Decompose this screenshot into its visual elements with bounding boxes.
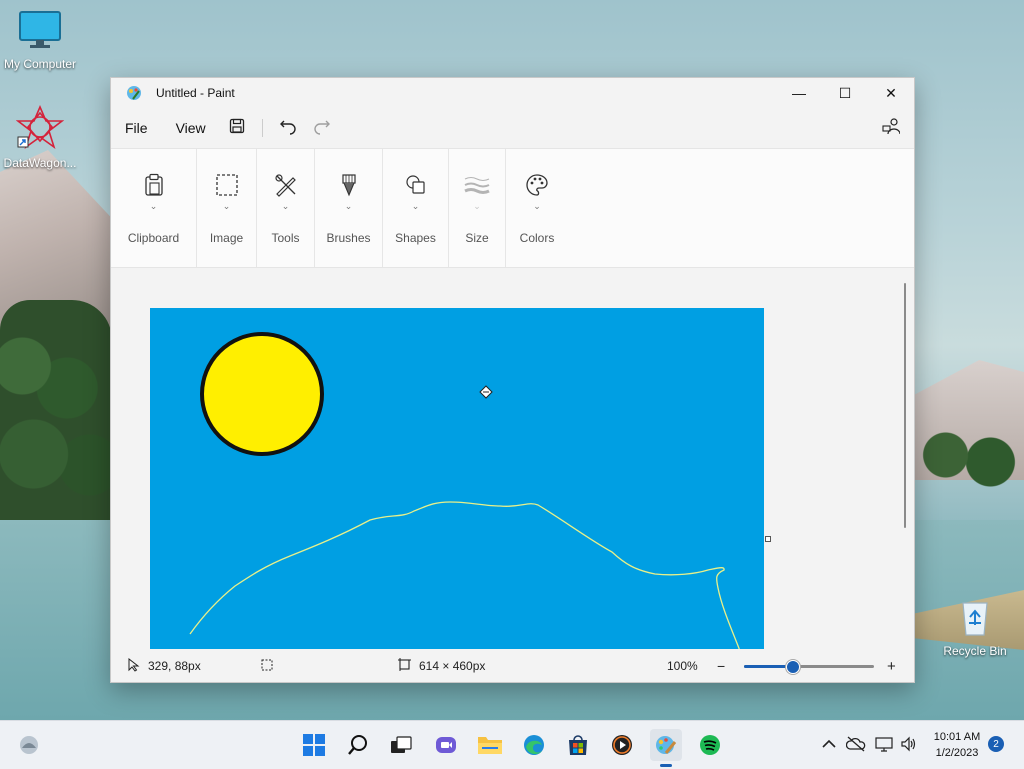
minimize-button[interactable]: — (776, 78, 822, 108)
chevron-down-icon: ⌄ (222, 201, 231, 211)
title-bar[interactable]: Untitled - Paint — ☐ ✕ (111, 78, 914, 108)
account-icon[interactable] (874, 117, 908, 140)
ribbon-group-label: Clipboard (127, 231, 180, 245)
pointer-icon (128, 657, 140, 675)
desktop-icon-label: My Computer (3, 57, 77, 71)
canvas-size-icon (398, 658, 411, 674)
desktop-wallpaper-trees (0, 300, 112, 520)
canvas-area[interactable] (111, 268, 901, 649)
canvas-size-text: 614 × 460px (419, 659, 486, 673)
file-explorer-icon[interactable] (474, 729, 506, 761)
teams-icon[interactable] (430, 729, 462, 761)
cursor-position: 329, 88px (128, 657, 201, 675)
menu-file[interactable]: File (111, 120, 162, 136)
onedrive-icon[interactable] (845, 736, 866, 755)
tools-icon (274, 173, 298, 197)
size-icon (464, 173, 490, 197)
ribbon-group-label: Colors (519, 231, 555, 245)
chevron-down-icon: ⌄ (473, 201, 481, 211)
network-icon[interactable] (874, 736, 894, 755)
zoom-in-button[interactable]: + (887, 658, 896, 675)
clock-time: 10:01 AM (933, 731, 981, 743)
vertical-scrollbar[interactable] (904, 283, 906, 528)
brush-icon (341, 173, 357, 197)
chevron-down-icon: ⌄ (344, 201, 353, 211)
desktop-icon-my-computer[interactable]: My Computer (0, 10, 80, 71)
menu-view[interactable]: View (162, 120, 220, 136)
ribbon-group-label: Image (209, 231, 244, 245)
chevron-up-icon[interactable] (822, 738, 836, 752)
canvas-resize-handle[interactable] (765, 536, 771, 542)
datawagon-icon (0, 104, 80, 152)
window-title: Untitled - Paint (156, 86, 235, 100)
shapes-icon (404, 173, 428, 197)
menu-bar: File View (111, 108, 914, 148)
selection-icon (261, 659, 273, 674)
ribbon-group-label: Shapes (395, 231, 436, 245)
paint-app-icon (126, 85, 142, 101)
selection-icon (215, 173, 239, 197)
desktop-icon-datawagon[interactable]: DataWagon... (0, 104, 80, 170)
save-icon[interactable] (220, 118, 254, 139)
ribbon-group-size[interactable]: ⌄ Size (449, 149, 506, 267)
ribbon-group-brushes[interactable]: ⌄ Brushes (315, 149, 383, 267)
chevron-down-icon: ⌄ (149, 201, 158, 211)
widgets-icon[interactable] (13, 729, 45, 761)
desktop-icon-label: Recycle Bin (943, 644, 1007, 658)
close-button[interactable]: ✕ (868, 78, 914, 108)
undo-icon[interactable] (271, 117, 305, 140)
desktop-icon-label: DataWagon... (3, 156, 77, 170)
clock[interactable]: 10:01 AM 1/2/2023 (925, 729, 989, 761)
menu-divider (261, 119, 263, 137)
store-icon[interactable] (562, 729, 594, 761)
zoom-slider-thumb[interactable] (786, 660, 800, 674)
paint-icon[interactable] (650, 729, 682, 767)
ribbon-group-label: Brushes (326, 231, 371, 245)
drawing-canvas[interactable] (150, 308, 764, 649)
edge-icon[interactable] (518, 729, 550, 761)
chevron-down-icon: ⌄ (533, 201, 541, 211)
fill-cursor-icon (479, 385, 493, 399)
spotify-icon[interactable] (694, 729, 726, 761)
volume-icon[interactable] (900, 736, 918, 755)
zoom-slider-fill (744, 665, 792, 668)
ribbon-group-label: Size (465, 231, 489, 245)
notification-badge[interactable]: 2 (988, 736, 1004, 752)
ribbon-group-clipboard[interactable]: ⌄ Clipboard (111, 149, 197, 267)
ribbon: ⌄ Clipboard ⌄ Image ⌄ Tools ⌄ Brushes ⌄ … (111, 148, 914, 268)
zoom-out-button[interactable]: − (717, 658, 725, 674)
ribbon-group-colors[interactable]: ⌄ Colors (506, 149, 568, 267)
paint-window: Untitled - Paint — ☐ ✕ File View ⌄ Clipb… (110, 77, 915, 683)
cursor-position-text: 329, 88px (148, 659, 201, 673)
canvas-size: 614 × 460px (398, 658, 485, 674)
ribbon-group-tools[interactable]: ⌄ Tools (257, 149, 315, 267)
start-icon[interactable] (298, 729, 330, 761)
selection-size (261, 659, 273, 674)
search-icon[interactable] (342, 729, 374, 761)
active-indicator (660, 764, 672, 767)
clipboard-icon (144, 173, 164, 197)
chevron-down-icon: ⌄ (281, 201, 290, 211)
system-tray (822, 721, 918, 769)
chevron-down-icon: ⌄ (411, 201, 420, 211)
ribbon-group-shapes[interactable]: ⌄ Shapes (383, 149, 449, 267)
zoom-level: 100% (667, 659, 698, 673)
redo-icon[interactable] (305, 117, 339, 140)
freehand-line (189, 501, 740, 649)
palette-icon (525, 173, 549, 197)
media-player-icon[interactable] (606, 729, 638, 761)
zoom-slider[interactable] (744, 660, 874, 674)
task-view-icon[interactable] (385, 729, 417, 761)
sun-shape (200, 332, 324, 456)
ribbon-group-image[interactable]: ⌄ Image (197, 149, 257, 267)
desktop-wallpaper-trees-right (912, 420, 1024, 490)
monitor-icon (0, 10, 80, 53)
maximize-button[interactable]: ☐ (822, 78, 868, 108)
clock-date: 1/2/2023 (935, 747, 979, 759)
taskbar: 10:01 AM 1/2/2023 (0, 720, 1024, 769)
desktop-icon-recycle-bin[interactable]: Recycle Bin (935, 597, 1015, 658)
status-bar: 329, 88px 614 × 460px 100% − + (111, 650, 914, 682)
ribbon-group-label: Tools (271, 231, 300, 245)
recycle-bin-icon (935, 597, 1015, 640)
